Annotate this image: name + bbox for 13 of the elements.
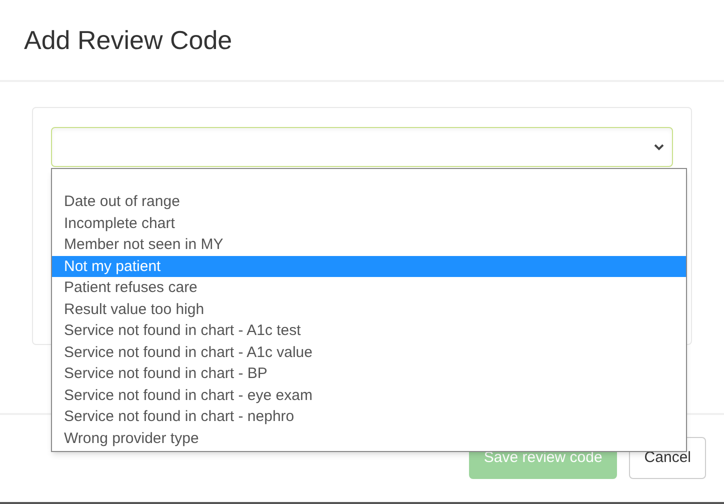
dropdown-option[interactable]: Service not found in chart - eye exam [52, 384, 686, 406]
dropdown-option[interactable]: Result value too high [52, 298, 686, 320]
chevron-down-icon [654, 144, 664, 150]
dropdown-option[interactable]: Service not found in chart - A1c test [52, 320, 686, 342]
dropdown-option[interactable]: Patient refuses care [52, 277, 686, 298]
dropdown-option[interactable]: Date out of range [52, 191, 686, 212]
dropdown-option[interactable]: Service not found in chart - A1c value [52, 342, 686, 363]
dropdown-option[interactable]: Service not found in chart - BP [52, 363, 686, 384]
dialog-title: Add Review Code [24, 24, 232, 56]
dropdown-option[interactable]: Incomplete chart [52, 212, 686, 234]
select-field[interactable] [51, 127, 673, 167]
dropdown-option[interactable]: Member not seen in MY [52, 234, 686, 256]
dropdown-option[interactable]: Service not found in chart - nephro [52, 406, 686, 428]
